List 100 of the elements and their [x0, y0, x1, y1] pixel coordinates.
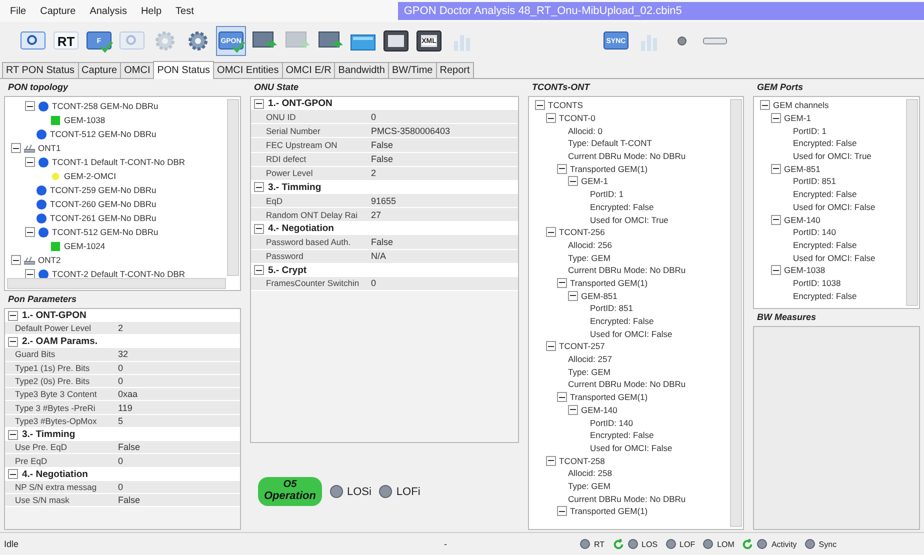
toggle-icon[interactable]: [568, 176, 578, 186]
menu-item[interactable]: Help: [140, 6, 162, 16]
tree-item[interactable]: GEM-1: [784, 113, 811, 124]
tab[interactable]: Capture: [78, 62, 122, 78]
property-value[interactable]: 0: [369, 278, 376, 288]
tree-item[interactable]: Transported GEM(1): [570, 164, 648, 174]
tree-item[interactable]: TCONT-512 GEM-No DBRu: [50, 129, 156, 139]
property-value[interactable]: 0: [116, 376, 124, 386]
tree-item[interactable]: TCONT-512 GEM-No DBRu: [52, 227, 158, 237]
property-value[interactable]: False: [369, 140, 394, 150]
tree-item[interactable]: GEM channels: [773, 100, 829, 110]
tree-item[interactable]: Type: GEM: [568, 480, 611, 491]
toggle-icon[interactable]: [568, 404, 578, 415]
property-value[interactable]: False: [369, 236, 394, 247]
toggle-icon[interactable]: [25, 101, 35, 111]
tree-item[interactable]: Type: Default T-CONT: [568, 138, 652, 148]
tree-item[interactable]: TCONT-257: [559, 341, 605, 352]
tree-item[interactable]: Encrypted: False: [590, 430, 654, 440]
scrollbar[interactable]: [906, 99, 918, 306]
toggle-icon[interactable]: [25, 227, 35, 237]
toggle-icon[interactable]: [535, 100, 545, 110]
toggle-icon[interactable]: [771, 164, 781, 174]
toggle-icon[interactable]: [11, 143, 21, 153]
toggle-icon[interactable]: [8, 336, 18, 347]
tab[interactable]: OMCI: [120, 62, 154, 78]
tree-item[interactable]: Used for OMCI: True: [590, 214, 668, 225]
scrollbar[interactable]: [730, 99, 742, 527]
menu-item[interactable]: File: [10, 6, 26, 16]
toggle-icon[interactable]: [254, 224, 264, 234]
toggle-icon[interactable]: [11, 255, 21, 265]
toggle-icon[interactable]: [557, 164, 567, 174]
property-value[interactable]: 0: [116, 456, 124, 466]
menu-item[interactable]: Analysis: [90, 6, 127, 16]
tree-item[interactable]: Transported GEM(1): [570, 506, 648, 516]
toggle-icon[interactable]: [557, 278, 567, 288]
tree-item[interactable]: Encrypted: False: [590, 202, 654, 212]
toggle-icon[interactable]: [546, 456, 556, 466]
toggle-icon[interactable]: [25, 157, 35, 167]
tree-item[interactable]: Used for OMCI: False: [793, 202, 876, 212]
property-value[interactable]: 0: [116, 362, 124, 373]
property-value[interactable]: 27: [369, 210, 382, 220]
tree-item[interactable]: PortID: 1: [793, 126, 827, 136]
toggle-icon[interactable]: [8, 430, 18, 440]
tree-item[interactable]: GEM-140: [784, 214, 820, 225]
tree-item[interactable]: Used for OMCI: False: [590, 328, 672, 339]
tree-item[interactable]: Encrypted: False: [590, 316, 654, 326]
tree-item[interactable]: GEM-851: [784, 164, 820, 174]
tree-item[interactable]: Encrypted: False: [793, 189, 857, 200]
tree-item[interactable]: GEM-140: [581, 404, 618, 415]
tree-item[interactable]: GEM-1024: [64, 241, 106, 251]
property-value[interactable]: 0: [116, 482, 124, 492]
property-value[interactable]: 2: [369, 168, 376, 178]
property-value[interactable]: 91655: [369, 196, 396, 206]
tree-item[interactable]: Allocid: 258: [568, 468, 612, 478]
property-value[interactable]: 0xaa: [116, 389, 138, 400]
tree-item[interactable]: Allocid: 257: [568, 354, 612, 364]
property-value[interactable]: False: [116, 442, 140, 452]
tab[interactable]: RT PON Status: [2, 62, 79, 78]
tree-item[interactable]: TCONT-256: [559, 227, 605, 238]
scrollbar[interactable]: [227, 99, 239, 276]
toggle-icon[interactable]: [771, 265, 781, 276]
tab[interactable]: Report: [436, 62, 474, 78]
toggle-icon[interactable]: [254, 98, 264, 108]
property-value[interactable]: 0: [369, 112, 376, 122]
tab[interactable]: Bandwidth: [334, 62, 389, 78]
toggle-icon[interactable]: [546, 341, 556, 352]
menu-item[interactable]: Capture: [40, 6, 76, 16]
toggle-icon[interactable]: [568, 290, 578, 301]
tree-item[interactable]: Current DBRu Mode: No DBRu: [568, 151, 686, 162]
tree-item[interactable]: Transported GEM(1): [570, 392, 648, 402]
toggle-icon[interactable]: [771, 113, 781, 124]
tab[interactable]: PON Status: [153, 61, 214, 79]
tree-item[interactable]: Encrypted: False: [793, 240, 857, 250]
toggle-icon[interactable]: [8, 469, 18, 480]
tree-item[interactable]: GEM-1038: [64, 115, 106, 125]
property-value[interactable]: 32: [116, 349, 128, 360]
tree-item[interactable]: Current DBRu Mode: No DBRu: [568, 379, 686, 390]
tree-item[interactable]: Type: GEM: [568, 252, 611, 263]
tree-item[interactable]: Encrypted: False: [793, 290, 857, 301]
tree-item[interactable]: Type: GEM: [568, 366, 611, 377]
tree-item[interactable]: Used for OMCI: False: [590, 442, 672, 453]
toggle-icon[interactable]: [760, 100, 770, 110]
property-value[interactable]: False: [116, 495, 140, 506]
tree-item[interactable]: TCONTS: [548, 100, 583, 110]
tree-item[interactable]: GEM-1038: [784, 265, 826, 276]
tab[interactable]: OMCI Entities: [213, 62, 283, 78]
tree-item[interactable]: TCONT-261 GEM-No DBRu: [50, 213, 156, 223]
tab[interactable]: BW/Time: [388, 62, 437, 78]
tree-item[interactable]: Transported GEM(1): [570, 278, 648, 288]
tree-item[interactable]: PortID: 851: [793, 176, 836, 186]
tree-item[interactable]: Allocid: 256: [568, 240, 612, 250]
tree-item[interactable]: PortID: 140: [793, 227, 836, 238]
tree-item[interactable]: PortID: 1: [590, 189, 624, 200]
tree-item[interactable]: Encrypted: False: [793, 138, 857, 148]
property-value[interactable]: 2: [116, 323, 124, 334]
toolbar-button[interactable]: RT: [51, 26, 81, 56]
tree-item[interactable]: ONT2: [38, 255, 61, 265]
tree-item[interactable]: Used for OMCI: False: [793, 252, 876, 263]
tree-item[interactable]: TCONT-258 GEM-No DBRu: [52, 101, 158, 111]
property-value[interactable]: 5: [116, 416, 124, 426]
